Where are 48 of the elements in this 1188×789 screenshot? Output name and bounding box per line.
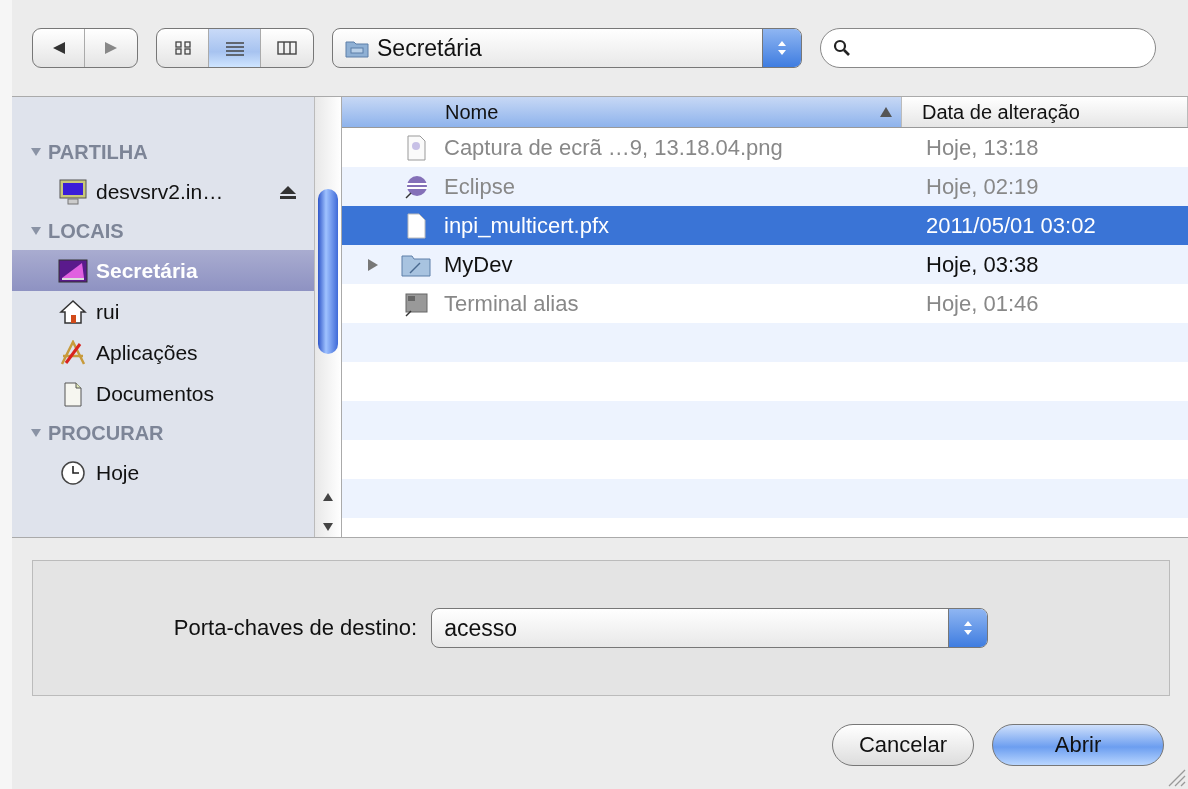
desktop-icon (58, 257, 88, 284)
section-heading: PROCURAR (48, 421, 164, 445)
folder-icon (345, 38, 369, 58)
column-header[interactable]: Nome (342, 97, 902, 127)
sidebar-item[interactable]: Aplicações (12, 332, 314, 373)
scroll-up-icon[interactable] (322, 491, 334, 503)
list-view-icon (223, 40, 246, 56)
view-mode-button[interactable] (209, 29, 261, 67)
vertical-scrollbar[interactable] (314, 97, 341, 537)
column-header[interactable]: Data de alteração (902, 97, 1188, 127)
forward-arrow-icon (103, 41, 119, 55)
monitor-icon (58, 178, 88, 205)
search-field[interactable] (820, 28, 1156, 68)
push-button[interactable]: Cancelar (831, 724, 974, 766)
folder-icon (401, 252, 431, 277)
location-popup[interactable]: Secretária (332, 28, 802, 68)
keychain-label: Porta-chaves de destino: (173, 615, 418, 641)
house-icon (58, 298, 88, 325)
terminal-alias-icon (404, 290, 428, 317)
sidebar-item[interactable]: Hoje (12, 452, 314, 493)
file-row[interactable]: MyDev Hoje, 03:38 (342, 245, 1188, 284)
clock-icon (58, 459, 88, 486)
icon-view-icon (173, 40, 192, 56)
sidebar-item[interactable]: Documentos (12, 373, 314, 414)
scroll-thumb[interactable] (318, 189, 338, 354)
section-heading: PARTILHA (48, 140, 148, 164)
sidebar-item[interactable]: desvsrv2.in… (12, 171, 314, 212)
disclosure-right-icon[interactable] (366, 257, 380, 272)
image-file-icon (404, 134, 428, 161)
column-view-icon (276, 40, 298, 56)
sidebar-item[interactable]: rui (12, 291, 314, 332)
stepper-arrows-icon (963, 619, 974, 637)
search-icon (833, 39, 851, 57)
file-row[interactable]: Captura de ecrã …9, 13.18.04.png Hoje, 13:18 (342, 128, 1188, 167)
file-row[interactable]: Terminal alias Hoje, 01:46 (342, 284, 1188, 323)
document-icon (404, 212, 428, 239)
default-button[interactable]: Abrir (992, 724, 1164, 766)
applications-icon (58, 339, 88, 366)
keychain-popup[interactable]: acesso (431, 608, 989, 648)
section-heading: LOCAIS (48, 219, 124, 243)
disclosure-down-icon[interactable] (30, 428, 42, 438)
disclosure-down-icon[interactable] (30, 147, 42, 157)
file-row[interactable]: inpi_multicert.pfx 2011/05/01 03:02 (342, 206, 1188, 245)
sort-ascending-icon (879, 106, 893, 118)
disclosure-down-icon[interactable] (30, 226, 42, 236)
sphere-alias-icon (404, 173, 428, 200)
stepper-arrows-icon (777, 39, 787, 57)
scroll-down-icon[interactable] (322, 521, 334, 533)
